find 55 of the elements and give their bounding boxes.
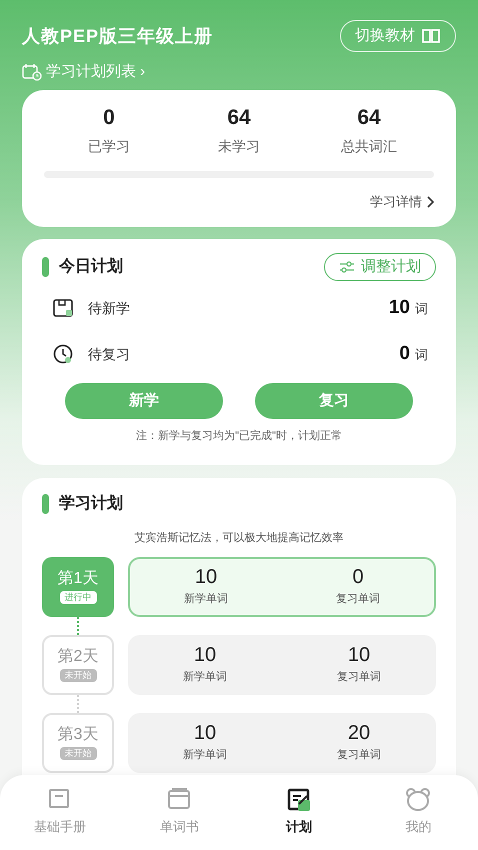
tab-item[interactable]: 单词书 <box>120 787 239 839</box>
switch-textbook-button[interactable]: 切换教材 <box>340 20 456 52</box>
ticket-label: 新学单词 <box>183 748 227 764</box>
status-tag: 进行中 <box>60 591 96 604</box>
stat-label: 已学习 <box>88 137 130 156</box>
day-badge[interactable]: 第1天 进行中 <box>42 556 114 616</box>
unit-label: 词 <box>415 346 428 364</box>
stat-value: 64 <box>227 105 251 131</box>
word-count: 10 <box>388 296 410 320</box>
task-label: 待复习 <box>88 344 130 364</box>
ticket-count: 0 <box>352 565 364 590</box>
calendar-icon <box>22 63 42 81</box>
day-badge[interactable]: 第2天 未开始 <box>42 634 114 694</box>
plan-note: 注：新学与复习均为"已完成"时，计划正常 <box>135 428 343 444</box>
notepad-pen-icon <box>286 787 312 813</box>
status-tag: 未开始 <box>60 747 96 760</box>
stat-label: 未学习 <box>218 137 260 156</box>
status-tag: 未开始 <box>60 669 96 682</box>
section-title: 学习计划 <box>59 494 123 514</box>
ticket-count: 10 <box>194 565 218 590</box>
day-badge[interactable]: 第3天 未开始 <box>42 712 114 772</box>
ticket-count: 10 <box>194 643 216 668</box>
task-label: 待新学 <box>88 298 130 318</box>
learn-new-button[interactable]: 新学 <box>65 383 223 419</box>
tab-item[interactable]: 基础手册 <box>0 787 120 839</box>
ticket-label: 新学单词 <box>184 592 228 608</box>
study-details-link[interactable]: 学习详情 <box>370 192 422 212</box>
word-count: 0 <box>399 342 410 366</box>
review-button[interactable]: 复习 <box>255 383 413 419</box>
book-icon <box>421 28 441 44</box>
stat-label: 总共词汇 <box>341 137 397 156</box>
tab-item[interactable]: 计划 <box>239 787 358 839</box>
chevron-right-icon <box>426 196 434 208</box>
bear-head-icon <box>405 787 432 813</box>
unit-label: 词 <box>415 300 428 318</box>
ticket-label: 复习单词 <box>337 748 381 764</box>
ticket-count: 10 <box>194 721 216 746</box>
clock-icon <box>52 343 74 365</box>
ticket-label: 复习单词 <box>336 592 380 608</box>
ticket-count: 10 <box>348 643 370 668</box>
title-accent-bar <box>42 494 49 514</box>
box-icon <box>52 297 74 319</box>
plan-list-link[interactable]: 学习计划列表 › <box>46 60 146 84</box>
title-accent-bar <box>42 257 49 277</box>
adjust-plan-button[interactable]: 调整计划 <box>324 253 436 281</box>
page-title: 人教PEP版三年级上册 <box>22 24 214 48</box>
stat-value: 0 <box>103 105 115 131</box>
ticket-label: 新学单词 <box>183 670 227 686</box>
tab-item[interactable]: 我的 <box>358 787 478 839</box>
stat-value: 64 <box>357 105 381 131</box>
sliders-icon <box>339 261 355 273</box>
ticket-label: 复习单词 <box>337 670 381 686</box>
ticket-count: 20 <box>348 721 370 746</box>
plan-subtitle: 艾宾浩斯记忆法，可以极大地提高记忆效率 <box>134 530 344 546</box>
section-title: 今日计划 <box>59 256 123 277</box>
